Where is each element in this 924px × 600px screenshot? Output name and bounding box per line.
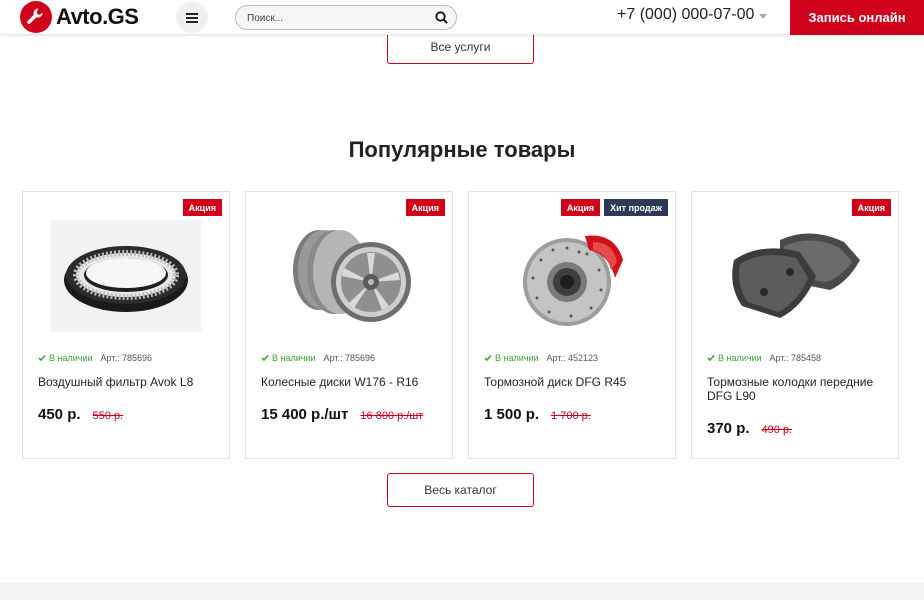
menu-button[interactable]	[176, 2, 208, 33]
stock-label: В наличии	[718, 353, 762, 363]
product-meta: В наличии Арт.: 785458	[707, 353, 821, 363]
product-meta: В наличии Арт.: 452123	[484, 353, 598, 363]
product-meta: В наличии Арт.: 785696	[38, 353, 152, 363]
wrench-logo-icon	[20, 1, 52, 33]
phone-dropdown[interactable]: +7 (000) 000-07-00	[617, 6, 768, 24]
old-price: 490 р.	[761, 424, 793, 436]
badges: Акция	[182, 199, 222, 216]
in-stock-indicator: В наличии	[38, 353, 93, 363]
full-catalog-button[interactable]: Весь каталог	[387, 473, 534, 507]
stock-label: В наличии	[272, 353, 316, 363]
badges: Акция	[851, 199, 891, 216]
brake-disc-image[interactable]	[497, 220, 647, 332]
sku: Арт.: 785696	[100, 353, 152, 363]
site-header: Avto.GS +7 (000) 000-07-00 Запись онлайн	[0, 0, 924, 35]
product-card[interactable]: Акция В наличии Арт.: 785458 Тормозные к…	[691, 191, 899, 459]
phone-number: +7 (000) 000-07-00	[617, 6, 755, 23]
price: 370 р.	[707, 420, 750, 437]
price-block: 450 р. 550 р.	[38, 406, 123, 423]
product-card[interactable]: Акция Хит продаж В наличии Арт.: 452123 …	[468, 191, 676, 459]
check-icon	[38, 354, 46, 362]
product-card[interactable]: Акция В наличии Арт.: 785696 Воздушный ф…	[22, 191, 230, 459]
old-price: 550 р.	[92, 410, 124, 422]
badges: Акция Хит продаж	[560, 199, 668, 216]
check-icon	[261, 354, 269, 362]
check-icon	[707, 354, 715, 362]
price: 1 500 р.	[484, 406, 540, 423]
in-stock-indicator: В наличии	[484, 353, 539, 363]
product-name[interactable]: Колесные диски W176 - R16	[261, 375, 441, 389]
book-online-button[interactable]: Запись онлайн	[790, 0, 924, 35]
price-block: 1 500 р. 1 700 р.	[484, 406, 591, 423]
sale-badge: Акция	[182, 199, 222, 216]
search-box	[235, 5, 457, 30]
air-filter-image[interactable]	[51, 220, 201, 332]
product-name[interactable]: Тормозные колодки передние DFG L90	[707, 375, 887, 403]
sale-badge: Акция	[851, 199, 891, 216]
all-services-button[interactable]: Все услуги	[387, 30, 534, 64]
price: 15 400 р./шт	[261, 406, 349, 423]
product-card[interactable]: Акция В наличии Арт.: 785696 Колесные ди…	[245, 191, 453, 459]
price: 450 р.	[38, 406, 81, 423]
search-icon[interactable]	[435, 11, 448, 24]
sku: Арт.: 785458	[769, 353, 821, 363]
logo[interactable]: Avto.GS	[20, 1, 139, 33]
wheel-rims-image[interactable]	[274, 220, 424, 332]
badges: Акция	[405, 199, 445, 216]
check-icon	[484, 354, 492, 362]
price-block: 370 р. 490 р.	[707, 420, 792, 437]
sku: Арт.: 452123	[546, 353, 598, 363]
brake-pads-image[interactable]	[720, 220, 870, 332]
product-name[interactable]: Тормозной диск DFG R45	[484, 375, 664, 389]
sku: Арт.: 785696	[323, 353, 375, 363]
product-name[interactable]: Воздушный фильтр Avok L8	[38, 375, 218, 389]
old-price: 16 800 р./шт	[360, 410, 424, 422]
old-price: 1 700 р.	[551, 410, 591, 422]
search-input[interactable]	[247, 10, 427, 26]
in-stock-indicator: В наличии	[707, 353, 762, 363]
logo-text: Avto.GS	[56, 4, 139, 29]
in-stock-indicator: В наличии	[261, 353, 316, 363]
section-title: Популярные товары	[348, 137, 576, 162]
hamburger-icon	[186, 12, 198, 23]
stock-label: В наличии	[49, 353, 93, 363]
price-block: 15 400 р./шт 16 800 р./шт	[261, 406, 423, 423]
product-meta: В наличии Арт.: 785696	[261, 353, 375, 363]
stock-label: В наличии	[495, 353, 539, 363]
sale-badge: Акция	[560, 199, 601, 216]
footer-band	[0, 582, 924, 600]
chevron-down-icon	[759, 13, 768, 19]
bestseller-badge: Хит продаж	[604, 199, 668, 216]
sale-badge: Акция	[405, 199, 445, 216]
